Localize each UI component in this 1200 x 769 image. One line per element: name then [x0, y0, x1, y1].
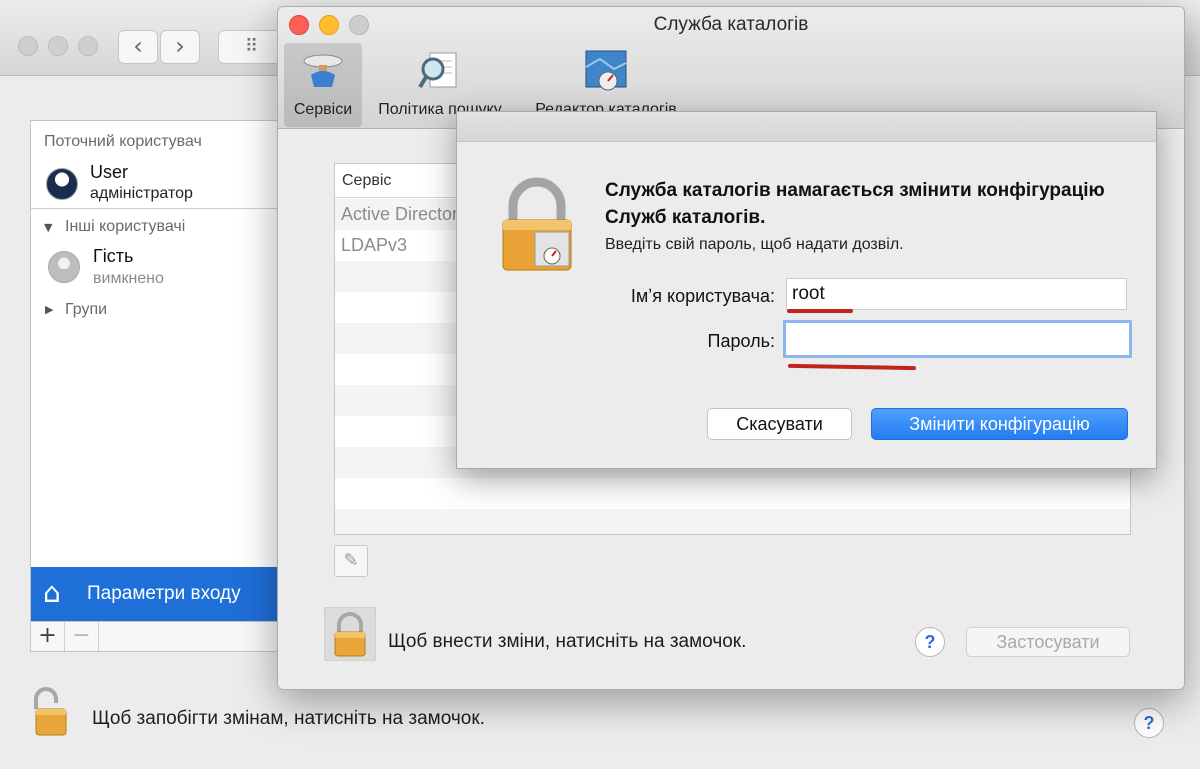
grid-icon: ⠿: [245, 36, 259, 57]
user-list-divider: [31, 208, 279, 209]
zoom-button-inactive[interactable]: [78, 36, 98, 56]
lock-open-icon[interactable]: [30, 685, 70, 737]
user-list: Поточний користувач User адміністратор ▼…: [30, 120, 280, 622]
dialog-header-strip: [457, 112, 1156, 142]
help-button[interactable]: ?: [1134, 708, 1164, 738]
annotation-underline: [787, 309, 853, 313]
groups-label[interactable]: Групи: [65, 301, 107, 319]
back-button[interactable]: ‹: [118, 30, 158, 64]
tab-services-label: Сервіси: [293, 101, 353, 118]
house-icon: ⌂: [43, 576, 61, 609]
window-title: Служба каталогів: [653, 14, 809, 35]
modify-configuration-button[interactable]: Змінити конфігурацію: [871, 408, 1128, 440]
magnifier-document-icon: [418, 52, 457, 89]
services-icon: [303, 54, 343, 87]
lock-icon: [502, 177, 572, 271]
username-label: Імʼя користувача:: [630, 286, 775, 306]
disclosure-open-icon[interactable]: ▼: [44, 221, 52, 234]
show-all-button[interactable]: ⠿: [218, 30, 278, 64]
other-users-header: Інші користувачі: [65, 218, 186, 235]
guest-user-status: вимкнено: [93, 270, 164, 287]
auth-dialog: Служба каталогів намагається змінити кон…: [456, 111, 1157, 469]
forward-button[interactable]: ›: [160, 30, 200, 64]
cancel-button[interactable]: Скасувати: [707, 408, 852, 440]
add-user-button[interactable]: +: [31, 622, 65, 651]
login-options-item[interactable]: ⌂ Параметри входу: [31, 567, 279, 621]
services-column-header: Сервіс: [342, 172, 392, 189]
lock-hint-text: Щоб запобігти змінам, натисніть на замоч…: [92, 708, 485, 729]
current-user-name[interactable]: User: [90, 162, 128, 183]
guest-avatar: [48, 251, 80, 283]
tab-services[interactable]: Сервіси: [284, 43, 362, 127]
current-user-header: Поточний користувач: [44, 133, 202, 150]
dialog-title: Служба каталогів намагається змінити кон…: [605, 180, 1105, 228]
close-button-inactive[interactable]: [18, 36, 38, 56]
table-row-empty: [335, 478, 1130, 509]
current-user-role: адміністратор: [90, 185, 193, 202]
username-field[interactable]: [786, 278, 1127, 310]
edit-button[interactable]: ✎: [334, 545, 368, 577]
minimize-button-inactive[interactable]: [48, 36, 68, 56]
service-name: Active Directory: [341, 204, 468, 224]
remove-user-button[interactable]: −: [65, 622, 99, 651]
password-field[interactable]: [783, 320, 1132, 358]
login-options-label: Параметри входу: [87, 583, 241, 604]
apply-button[interactable]: Застосувати: [966, 627, 1130, 657]
annotation-underline: [787, 363, 917, 371]
guest-user-name[interactable]: Гість: [93, 246, 133, 267]
chevron-left-icon: ‹: [133, 32, 143, 60]
add-remove-bar: + −: [30, 622, 280, 652]
service-name: LDAPv3: [341, 235, 408, 255]
table-row-empty: [335, 509, 1130, 534]
help-button[interactable]: ?: [915, 627, 945, 657]
user-avatar: [46, 168, 78, 200]
disclosure-closed-icon[interactable]: ▶: [45, 303, 53, 316]
pencil-icon: ✎: [343, 550, 359, 571]
directory-editor-icon: [585, 50, 627, 91]
dialog-subtitle: Введіть свій пароль, щоб надати дозвіл.: [605, 236, 904, 253]
chevron-right-icon: ›: [175, 32, 185, 60]
lock-hint-text: Щоб внести зміни, натисніть на замочок.: [388, 631, 747, 652]
password-label: Пароль:: [707, 331, 775, 351]
lock-closed-icon[interactable]: [324, 607, 376, 661]
